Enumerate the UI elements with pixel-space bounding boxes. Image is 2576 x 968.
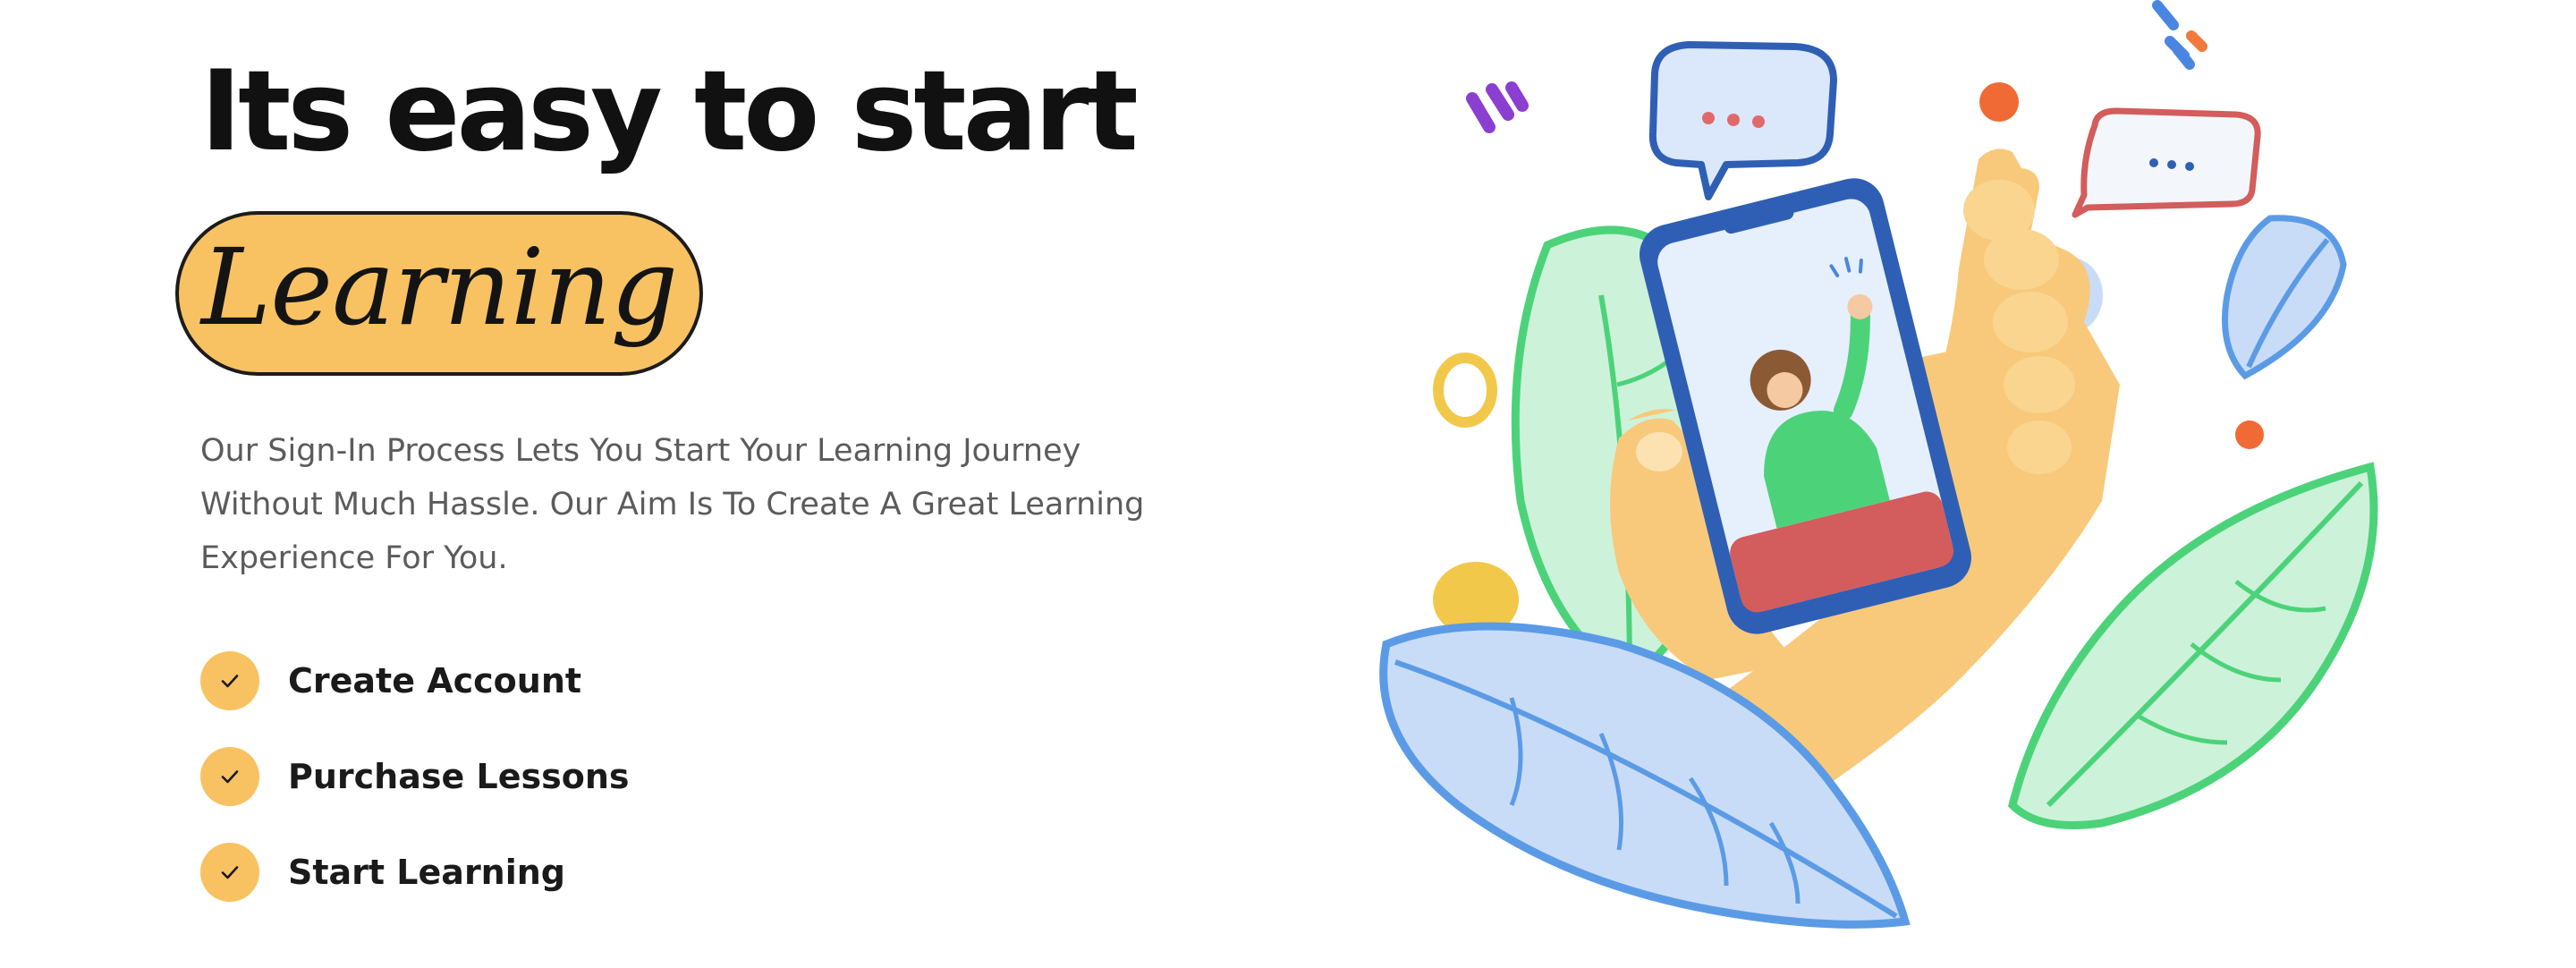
steps-checklist: Create Account Purchase Lessons Start Le…	[200, 651, 629, 938]
checkmark-icon	[200, 843, 259, 902]
highlight-pill: Learning	[175, 211, 703, 376]
hero-section: Its easy to start Learning Our Sign-In P…	[0, 0, 1252, 968]
hero-description: Our Sign-In Process Lets You Start Your …	[200, 433, 1145, 576]
checkmark-icon	[200, 747, 259, 806]
illustration-svg	[1379, 0, 2378, 929]
step-purchase-lessons: Purchase Lessons	[200, 747, 629, 806]
step-create-account: Create Account	[200, 651, 629, 710]
step-label: Purchase Lessons	[288, 757, 630, 796]
speech-bubble-left	[1648, 41, 1837, 200]
hero-headline: Its easy to start	[200, 47, 1139, 176]
hand-holding-phone-illustration	[1333, 0, 2424, 968]
step-label: Create Account	[288, 661, 582, 701]
speech-bubble-right	[2072, 107, 2261, 218]
small-blue-leaf	[2222, 215, 2347, 380]
checkmark-icon	[200, 651, 259, 710]
highlight-text: Learning	[200, 225, 678, 349]
step-label: Start Learning	[288, 853, 566, 892]
step-start-learning: Start Learning	[200, 843, 629, 902]
